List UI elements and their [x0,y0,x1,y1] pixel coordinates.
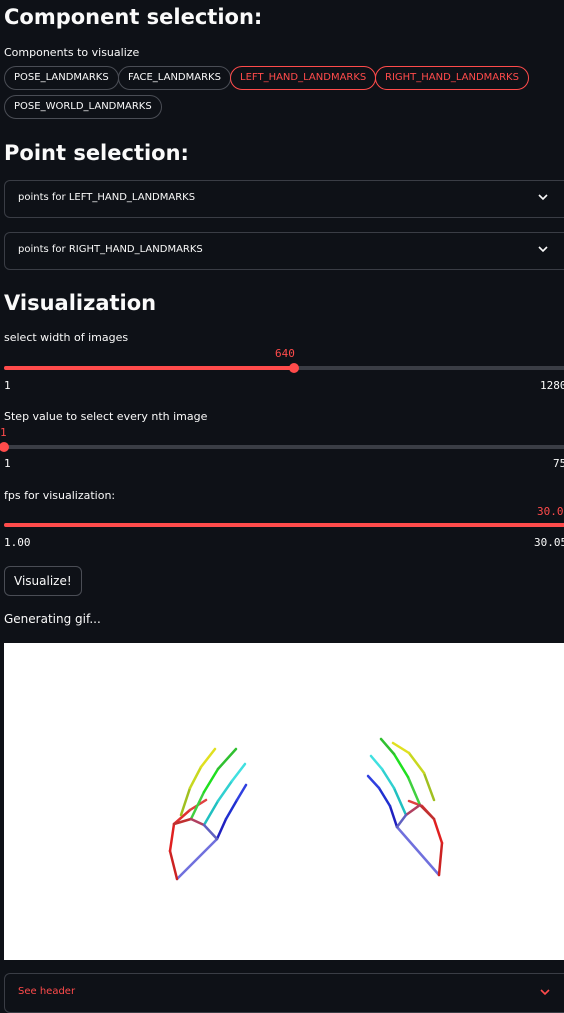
step-slider-max: 75 [553,457,564,470]
status-text: Generating gif... [4,612,101,626]
visualization-heading: Visualization [4,291,157,315]
width-slider-max: 1280 [540,379,564,392]
step-slider-thumb[interactable] [0,442,9,452]
right-hand-points-select[interactable]: points for RIGHT_HAND_LANDMARKS [4,232,564,270]
pill-pose-landmarks[interactable]: POSE_LANDMARKS [4,66,119,90]
right-hand-points-select-label: points for RIGHT_HAND_LANDMARKS [18,244,203,255]
pill-pose-world-landmarks[interactable]: POSE_WORLD_LANDMARKS [4,95,162,119]
hand-landmarks-drawing [168,737,444,881]
step-slider-min: 1 [4,457,11,470]
fps-slider-value: 30.00 [537,505,564,518]
step-slider[interactable] [0,442,564,452]
width-slider-thumb[interactable] [289,363,299,373]
see-header-label: See header [18,986,76,997]
width-slider-min: 1 [4,379,11,392]
fps-slider-label: fps for visualization: [4,489,116,502]
component-selection-heading: Component selection: [4,5,263,29]
fps-slider-min: 1.00 [4,536,31,549]
width-slider-label: select width of images [4,331,129,344]
width-slider-value: 640 [275,347,295,360]
width-slider-fill [4,366,294,370]
chevron-down-icon [538,246,548,253]
components-label: Components to visualize [4,46,140,59]
chevron-down-icon [538,194,548,201]
visualize-button[interactable]: Visualize! [4,566,82,596]
hand-landmarks-gif [4,643,564,960]
width-slider[interactable] [4,363,564,373]
see-header-expander[interactable]: See header [4,973,564,1013]
left-hand-points-select-label: points for LEFT_HAND_LANDMARKS [18,192,196,203]
step-slider-label: Step value to select every nth image [4,410,208,423]
point-selection-heading: Point selection: [4,141,189,165]
pill-face-landmarks[interactable]: FACE_LANDMARKS [118,66,231,90]
fps-slider[interactable] [4,523,564,527]
fps-slider-fill [4,523,564,527]
fps-slider-max: 30.05 [534,536,564,549]
pill-left-hand-landmarks[interactable]: LEFT_HAND_LANDMARKS [230,66,377,90]
chevron-down-icon [540,989,550,996]
step-slider-value: 1 [0,426,7,439]
pill-right-hand-landmarks[interactable]: RIGHT_HAND_LANDMARKS [375,66,529,90]
left-hand-points-select[interactable]: points for LEFT_HAND_LANDMARKS [4,180,564,218]
